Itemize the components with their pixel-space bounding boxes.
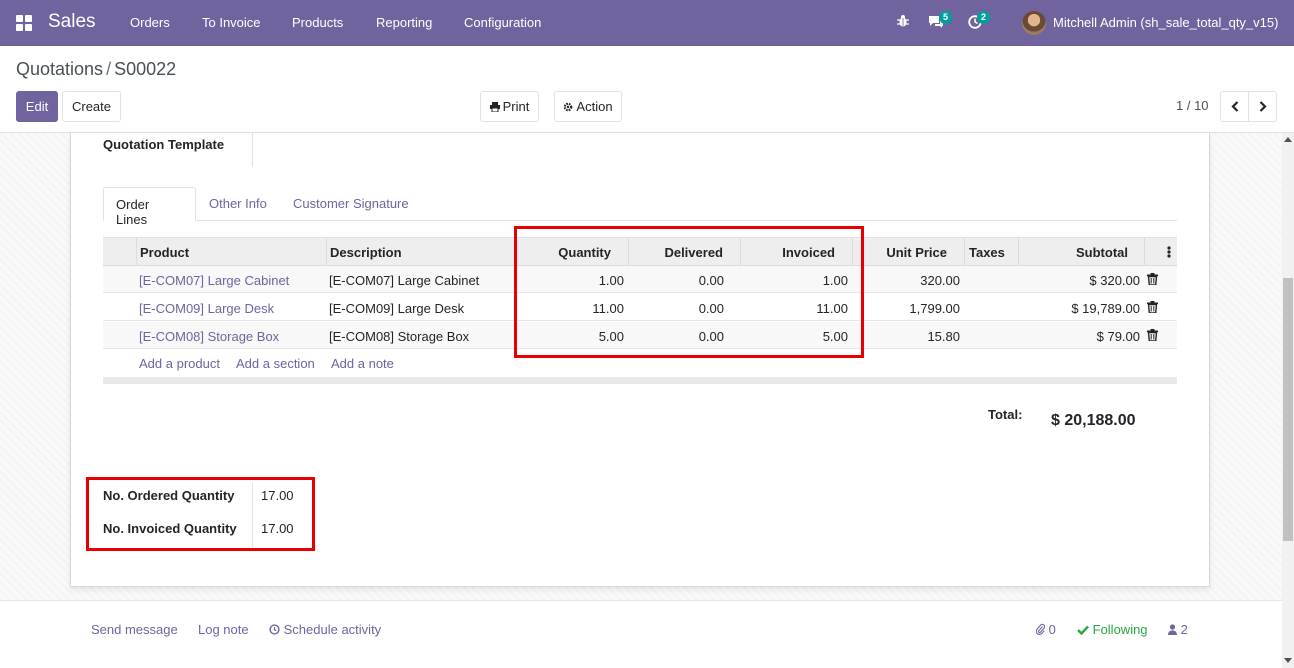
edit-button[interactable]: Edit	[16, 91, 58, 122]
create-button[interactable]: Create	[62, 91, 121, 122]
column-separator	[136, 238, 137, 266]
column-description[interactable]: Description	[330, 245, 402, 260]
highlight-box-totals	[86, 477, 315, 551]
activities-badge: 2	[977, 11, 991, 24]
scrollbar[interactable]	[1282, 133, 1294, 668]
control-panel: Quotations / S00022 Edit Create Print Acti…	[0, 46, 1294, 133]
line-description[interactable]: [E-COM08] Storage Box	[329, 329, 469, 344]
menu-configuration[interactable]: Configuration	[464, 15, 541, 30]
breadcrumb-separator: /	[106, 59, 112, 79]
scroll-up-icon[interactable]	[1284, 137, 1292, 142]
check-icon	[1077, 625, 1089, 636]
line-product[interactable]: [E-COM09] Large Desk	[139, 301, 274, 316]
line-product[interactable]: [E-COM08] Storage Box	[139, 329, 279, 344]
user-menu[interactable]: Mitchell Admin (sh_sale_total_qty_v15)	[1053, 15, 1278, 30]
field-divider	[252, 133, 253, 167]
action-label: Action	[576, 99, 613, 114]
breadcrumb-current: S00022	[114, 59, 177, 79]
following-button[interactable]: Following	[1077, 622, 1148, 637]
action-button[interactable]: Action	[554, 91, 622, 122]
user-avatar[interactable]	[1022, 11, 1046, 35]
highlight-box-quantities	[514, 226, 864, 358]
followers-button[interactable]: 2	[1168, 622, 1188, 637]
breadcrumb: Quotations / S00022	[16, 59, 176, 80]
menu-to-invoice[interactable]: To Invoice	[202, 15, 261, 30]
tab-customer-signature[interactable]: Customer Signature	[281, 187, 421, 221]
column-unit-price[interactable]: Unit Price	[886, 245, 947, 260]
following-label: Following	[1092, 622, 1148, 637]
add-section-link[interactable]: Add a section	[236, 356, 315, 371]
user-icon	[1168, 624, 1177, 635]
menu-orders[interactable]: Orders	[130, 15, 170, 30]
schedule-activity-label: Schedule activity	[283, 622, 382, 637]
send-message-button[interactable]: Send message	[91, 622, 178, 637]
line-subtotal: $ 19,789.00	[1071, 301, 1140, 316]
total-label: Total:	[988, 407, 1023, 422]
line-unit-price[interactable]: 15.80	[927, 329, 960, 344]
trash-icon[interactable]	[1147, 301, 1158, 313]
line-description[interactable]: [E-COM09] Large Desk	[329, 301, 464, 316]
tab-other-info[interactable]: Other Info	[197, 187, 279, 221]
app-name[interactable]: Sales	[48, 11, 96, 33]
gear-icon	[564, 102, 573, 111]
column-separator	[326, 238, 327, 266]
add-note-link[interactable]: Add a note	[331, 356, 394, 371]
top-navbar: Sales Orders To Invoice Products Reporti…	[0, 0, 1294, 46]
chatter: Send message Log note Schedule activity …	[0, 600, 1282, 668]
attachments-count: 0	[1048, 622, 1056, 637]
apps-menu-icon[interactable]	[16, 15, 32, 31]
clock-icon	[269, 624, 280, 635]
order-lines-footer	[103, 377, 1177, 384]
trash-icon[interactable]	[1147, 273, 1158, 285]
optional-columns-icon[interactable]	[1167, 245, 1171, 259]
column-subtotal[interactable]: Subtotal	[1076, 245, 1128, 260]
schedule-activity-button[interactable]: Schedule activity	[269, 622, 381, 637]
debug-bug-icon[interactable]	[897, 14, 909, 31]
line-product[interactable]: [E-COM07] Large Cabinet	[139, 273, 289, 288]
add-product-link[interactable]: Add a product	[139, 356, 220, 371]
chevron-left-icon	[1230, 101, 1238, 112]
column-separator	[964, 238, 965, 266]
line-description[interactable]: [E-COM07] Large Cabinet	[329, 273, 479, 288]
column-taxes[interactable]: Taxes	[969, 245, 1005, 260]
quotation-template-label: Quotation Template	[103, 137, 225, 152]
breadcrumb-quotations[interactable]: Quotations	[16, 59, 103, 79]
trash-icon[interactable]	[1147, 329, 1158, 341]
print-button[interactable]: Print	[480, 91, 539, 122]
paperclip-icon	[1035, 623, 1046, 635]
menu-products[interactable]: Products	[292, 15, 343, 30]
print-label: Print	[502, 99, 530, 114]
line-unit-price[interactable]: 1,799.00	[909, 301, 960, 316]
pager-next-button[interactable]	[1248, 91, 1277, 122]
scroll-down-icon[interactable]	[1284, 658, 1292, 663]
print-icon	[489, 101, 500, 112]
line-subtotal: $ 79.00	[1096, 329, 1140, 344]
pager-previous-button[interactable]	[1220, 91, 1249, 122]
column-product[interactable]: Product	[140, 245, 189, 260]
followers-count: 2	[1180, 622, 1188, 637]
total-value: $ 20,188.00	[1051, 412, 1136, 429]
scroll-thumb[interactable]	[1283, 278, 1293, 541]
attachments-button[interactable]: 0	[1035, 622, 1056, 637]
log-note-button[interactable]: Log note	[198, 622, 249, 637]
pager-value[interactable]: 1 / 10	[1176, 98, 1209, 113]
column-separator	[1144, 238, 1145, 266]
menu-reporting[interactable]: Reporting	[376, 15, 432, 30]
line-subtotal: $ 320.00	[1089, 273, 1140, 288]
messages-badge: 5	[939, 11, 953, 24]
chevron-right-icon	[1259, 101, 1267, 112]
tab-order-lines[interactable]: Order Lines	[103, 187, 196, 227]
column-separator	[1018, 238, 1019, 266]
line-unit-price[interactable]: 320.00	[920, 273, 960, 288]
